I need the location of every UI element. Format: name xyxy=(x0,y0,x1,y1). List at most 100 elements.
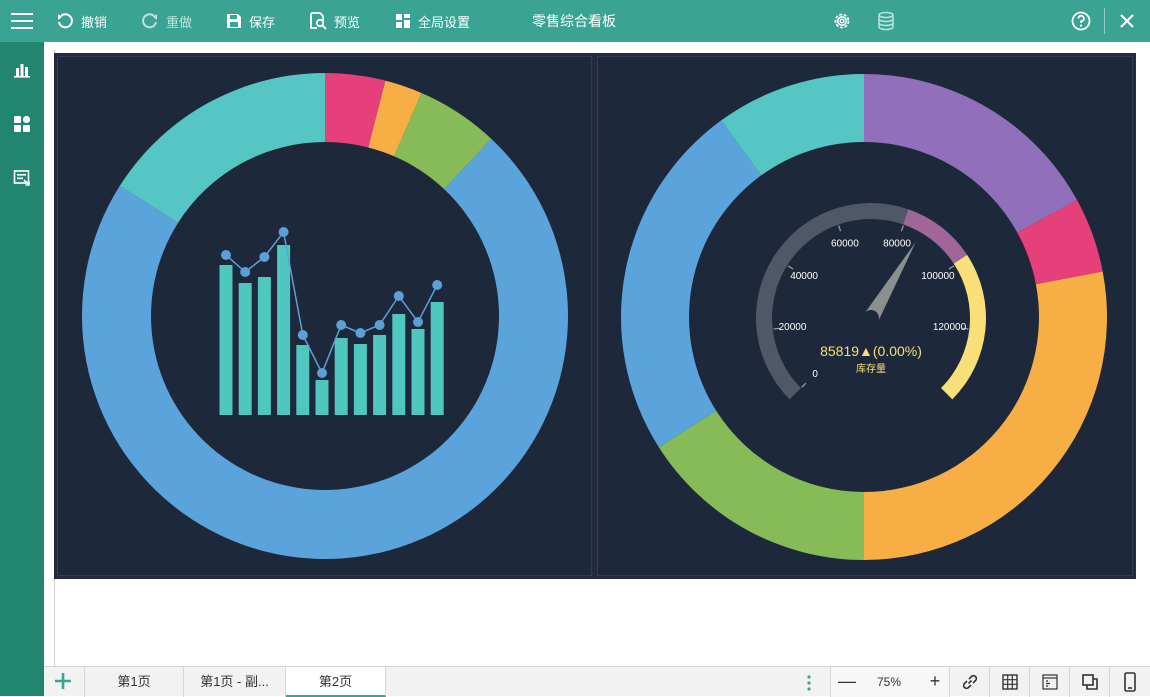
menu-icon xyxy=(11,13,33,29)
close-icon xyxy=(1120,14,1134,28)
layers-icon xyxy=(1081,674,1098,690)
menu-button[interactable] xyxy=(10,0,34,42)
form-icon xyxy=(13,170,30,186)
more-options-icon[interactable] xyxy=(804,673,814,693)
sidebar-item-form[interactable] xyxy=(10,166,34,190)
bar xyxy=(315,380,329,415)
save-button[interactable]: 保存 xyxy=(226,0,275,42)
line-point xyxy=(393,291,404,301)
left-chart-panel[interactable] xyxy=(57,56,592,576)
ruler-button[interactable] xyxy=(1029,667,1069,697)
gear-icon xyxy=(834,13,850,29)
redo-icon xyxy=(142,13,157,29)
gauge-tick xyxy=(801,382,807,388)
line-point xyxy=(259,252,270,262)
tab-page-1[interactable]: 第1页 xyxy=(84,667,184,697)
line-point xyxy=(317,368,327,378)
close-button[interactable] xyxy=(1119,0,1135,42)
toolbar-divider xyxy=(1104,8,1105,34)
line-point xyxy=(355,328,366,338)
donut-gauge-chart: 0 20000 40000 60000 80000 100000 120000 85819▲(… xyxy=(621,74,1107,560)
gauge-tick-label: 120000 xyxy=(933,322,967,333)
gauge-band xyxy=(903,209,968,264)
donut-slice xyxy=(119,73,326,223)
top-toolbar: 撤销 重做 保存 预览 全局设置 零售综合看板 xyxy=(0,0,1150,42)
bar xyxy=(411,329,425,415)
bar xyxy=(277,245,291,415)
add-page-icon[interactable] xyxy=(52,670,74,692)
line-point xyxy=(413,317,423,327)
gauge-tick-label: 20000 xyxy=(779,322,807,333)
gauge-tick-label: 60000 xyxy=(831,238,859,249)
ruler-icon xyxy=(1041,674,1058,690)
line-point xyxy=(297,330,308,340)
gauge-tick-label: 40000 xyxy=(790,271,818,282)
table-grid-icon xyxy=(1001,674,1018,690)
line-point xyxy=(278,227,289,237)
gauge-tick xyxy=(948,265,955,270)
undo-button[interactable]: 撤销 xyxy=(56,0,107,42)
left-sidebar xyxy=(0,42,44,696)
bar xyxy=(392,314,406,415)
layers-button[interactable] xyxy=(1069,667,1109,697)
zoom-level: 75% xyxy=(876,675,902,689)
bar xyxy=(238,283,252,415)
gauge-tick xyxy=(787,265,794,270)
page-bar: 第1页 第1页 - 副... 第2页 — 75% + xyxy=(44,666,1150,697)
link-icon xyxy=(962,674,977,690)
sidebar-item-components[interactable] xyxy=(10,112,34,136)
gauge-tick-label: 80000 xyxy=(883,238,911,249)
bar xyxy=(373,335,387,415)
line-point xyxy=(221,250,231,260)
donut-bar-line-chart xyxy=(81,73,569,559)
tab-page-2[interactable]: 第2页 xyxy=(286,667,386,697)
link-button[interactable] xyxy=(949,667,989,697)
tab-page-1-copy[interactable]: 第1页 - 副... xyxy=(184,667,286,697)
chart-icon xyxy=(14,64,30,78)
zoom-control: — 75% + xyxy=(830,667,948,697)
zoom-out-button[interactable]: — xyxy=(835,667,859,697)
settings-button[interactable] xyxy=(832,0,852,42)
preview-button[interactable]: 预览 xyxy=(309,0,360,42)
help-icon xyxy=(1071,11,1091,31)
bar xyxy=(296,345,310,415)
preview-icon xyxy=(310,12,327,30)
gauge-name-label: 库存量 xyxy=(856,362,886,375)
gauge-tick-label: 0 xyxy=(812,369,818,380)
zoom-in-button[interactable]: + xyxy=(923,667,947,697)
bar xyxy=(257,277,271,415)
donut-slice xyxy=(621,120,762,448)
bar xyxy=(334,338,348,415)
gauge-value-label: 85819▲(0.00%) xyxy=(820,343,922,359)
global-settings-button[interactable]: 全局设置 xyxy=(395,0,470,42)
gauge-tick xyxy=(900,225,904,232)
dashboard-board: 0 20000 40000 60000 80000 100000 120000 85819▲(… xyxy=(54,53,1136,579)
series-line xyxy=(225,230,438,375)
save-label: 保存 xyxy=(249,14,276,30)
data-source-button[interactable] xyxy=(877,0,895,42)
bar xyxy=(430,302,444,415)
database-icon xyxy=(878,11,894,31)
gauge-tick xyxy=(838,225,842,232)
bar xyxy=(353,344,367,415)
gauge-tick-label: 100000 xyxy=(921,271,955,282)
line-point xyxy=(336,320,347,330)
undo-icon xyxy=(58,13,73,29)
help-button[interactable] xyxy=(1071,0,1091,42)
bar xyxy=(219,265,233,415)
dashboard-title: 零售综合看板 xyxy=(532,13,616,29)
mobile-icon xyxy=(1123,672,1136,692)
line-point xyxy=(240,267,251,277)
table-grid-button[interactable] xyxy=(989,667,1029,697)
components-icon xyxy=(14,115,31,132)
sidebar-item-chart[interactable] xyxy=(10,58,34,82)
line-point xyxy=(374,320,385,330)
preview-label: 预览 xyxy=(334,14,361,30)
redo-button[interactable]: 重做 xyxy=(141,0,192,42)
mobile-view-button[interactable] xyxy=(1109,667,1149,697)
grid-settings-icon xyxy=(396,14,410,28)
line-point xyxy=(432,280,443,290)
save-icon xyxy=(227,14,241,28)
right-chart-panel[interactable]: 0 20000 40000 60000 80000 100000 120000 85819▲(… xyxy=(597,56,1133,576)
redo-label: 重做 xyxy=(166,14,193,30)
